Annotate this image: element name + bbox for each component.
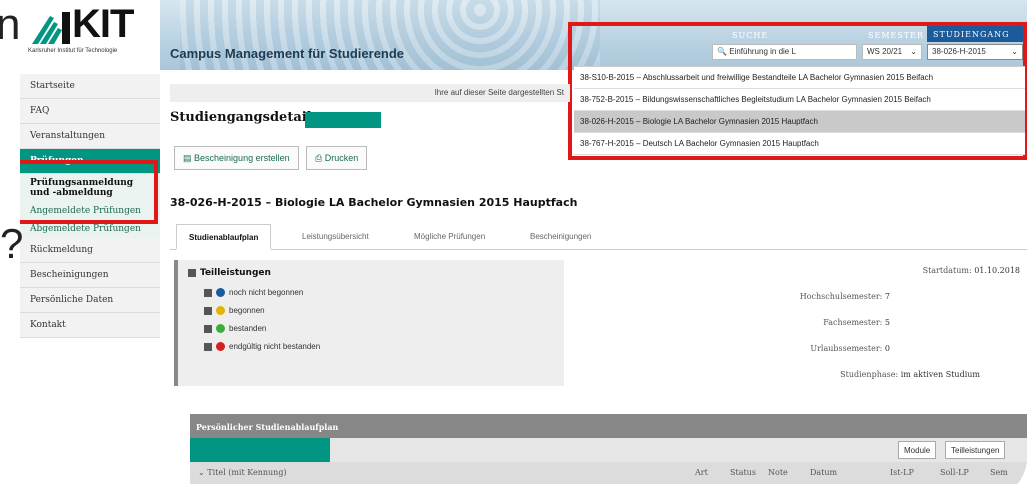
checkbox-icon[interactable] (204, 306, 212, 315)
col-ist-lp: Ist-LP (890, 468, 914, 477)
sidebar-item-veranstaltungen[interactable]: Veranstaltungen (20, 124, 160, 149)
checkbox-icon[interactable] (204, 342, 212, 351)
plan-header: Persönlicher Studienablaufplan (190, 414, 1027, 438)
chevron-down-icon: ⌄ (1011, 47, 1018, 56)
sidebar-item-rueckmeldung[interactable]: Rückmeldung (20, 238, 160, 263)
semester-label: SEMESTER (868, 31, 925, 40)
study-program-title: 38-026-H-2015 – Biologie LA Bachelor Gym… (170, 196, 578, 209)
app-title: Campus Management für Studierende (170, 46, 405, 61)
error-icon (216, 342, 225, 352)
info-strip: Ihre auf dieser Seite dargestellten St (170, 84, 570, 102)
legend-row: bestanden (204, 324, 266, 334)
certificate-button[interactable]: ▤ Bescheinigung erstellen (174, 146, 299, 170)
sidebar-item-faq[interactable]: FAQ (20, 99, 160, 124)
detail-hochschulsemester: Hochschulsemester: 7 (799, 292, 890, 301)
print-button-label: Drucken (324, 153, 359, 163)
tab-studienablaufplan[interactable]: Studienablaufplan (176, 224, 272, 250)
screenshot-frame: n KIT Karlsruher Institut für Technologi… (0, 0, 1027, 498)
col-status: Status (730, 468, 756, 477)
sidebar-item-startseite[interactable]: Startseite (20, 74, 160, 99)
legend-title: Teilleistungen (188, 268, 271, 278)
chevron-down-icon: ⌄ (198, 468, 208, 477)
studiengang-header: STUDIENGANG (927, 26, 1023, 42)
col-note: Note (768, 468, 788, 477)
kit-logo-text: KIT (72, 2, 134, 46)
studiengang-label: STUDIENGANG (933, 30, 1010, 39)
sidebar-item-bescheinigungen[interactable]: Bescheinigungen (20, 263, 160, 288)
plan-toolbar: Module Teilleistungen (190, 438, 1027, 462)
detail-studienphase: Studienphase: im aktiven Studium (840, 370, 980, 379)
semester-value: WS 20/21 (867, 47, 903, 56)
sidebar: Startseite FAQ Veranstaltungen Prüfungen… (20, 74, 160, 394)
tab-moegliche-pruefungen[interactable]: Mögliche Prüfungen (402, 224, 497, 250)
sidebar-item-kontakt[interactable]: Kontakt (20, 313, 160, 338)
page-title: Studiengangsdetails (170, 110, 319, 125)
check-icon (216, 324, 225, 334)
detail-urlaubssemester: Urlaubssemester: 0 (810, 344, 890, 353)
chevron-down-icon: ⌄ (910, 47, 917, 56)
plan-table-header: ⌄ Titel (mit Kennung) Art Status Note Da… (190, 462, 1027, 484)
detail-startdatum: Startdatum: 01.10.2018 (922, 266, 1020, 275)
module-button[interactable]: Module (898, 441, 937, 459)
legend-row: endgültig nicht bestanden (204, 342, 320, 352)
redacted-block (305, 112, 381, 128)
search-label: SUCHE (732, 31, 769, 40)
sidebar-highlight (20, 160, 158, 224)
legend-row: begonnen (204, 306, 265, 316)
col-art: Art (695, 468, 708, 477)
col-soll-lp: Soll-LP (940, 468, 969, 477)
checkbox-icon[interactable] (188, 268, 196, 277)
checkbox-icon[interactable] (204, 324, 212, 333)
print-button[interactable]: ⎙ Drucken (306, 146, 368, 170)
warning-icon (216, 306, 225, 316)
search-input[interactable]: 🔍 Einführung in die L (712, 44, 857, 60)
col-titel[interactable]: ⌄ Titel (mit Kennung) (198, 468, 287, 477)
printer-icon: ⎙ (315, 153, 323, 163)
tab-leistungsuebersicht[interactable]: Leistungsübersicht (290, 224, 381, 250)
search-icon: 🔍 (717, 47, 727, 56)
col-sem: Sem (990, 468, 1008, 477)
studiengang-value: 38-026-H-2015 (932, 47, 986, 56)
tab-bescheinigungen[interactable]: Bescheinigungen (518, 224, 603, 250)
document-icon: ▤ (183, 153, 192, 163)
browser-window: KIT Karlsruher Institut für Technologie … (20, 0, 1027, 498)
teilleistungen-button[interactable]: Teilleistungen (945, 441, 1006, 459)
detail-fachsemester: Fachsemester: 5 (823, 318, 890, 327)
kit-logo[interactable]: KIT Karlsruher Institut für Technologie (20, 0, 160, 70)
semester-select[interactable]: WS 20/21 ⌄ (862, 44, 922, 60)
slide-fragment-question: ? (0, 220, 24, 267)
redacted-block (190, 438, 330, 462)
certificate-button-label: Bescheinigung erstellen (194, 153, 290, 163)
col-datum: Datum (810, 468, 838, 477)
legend-panel: Teilleistungen noch nicht begonnen begon… (174, 260, 564, 386)
checkbox-icon[interactable] (204, 288, 212, 297)
sidebar-item-persoenliche-daten[interactable]: Persönliche Daten (20, 288, 160, 313)
tab-bar: Studienablaufplan Leistungsübersicht Mög… (170, 224, 1027, 250)
main-content: Ihre auf dieser Seite dargestellten St S… (170, 74, 1027, 498)
search-input-value: Einführung in die L (729, 47, 796, 56)
legend-row: noch nicht begonnen (204, 288, 303, 298)
kit-logo-subtitle: Karlsruher Institut für Technologie (28, 48, 118, 54)
kit-logo-mark-icon (32, 12, 70, 44)
studiengang-select[interactable]: 38-026-H-2015 ⌄ (927, 44, 1023, 60)
info-icon (216, 288, 225, 298)
slide-fragment-top: n (0, 0, 21, 49)
